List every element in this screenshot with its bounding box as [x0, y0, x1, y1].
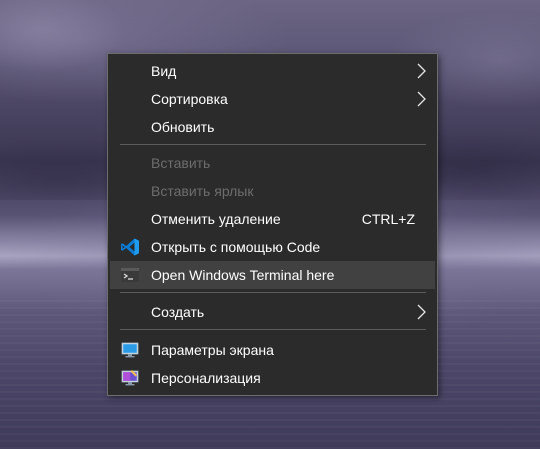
- menu-item-new[interactable]: Создать: [110, 298, 435, 326]
- menu-item-label: Обновить: [151, 119, 215, 135]
- menu-item-label: Персонализация: [151, 370, 261, 386]
- menu-separator: [120, 144, 426, 145]
- menu-item-label: Вид: [151, 63, 177, 79]
- display-settings-icon: [121, 342, 139, 358]
- menu-item-view[interactable]: Вид: [110, 57, 435, 85]
- chevron-right-icon: [417, 91, 426, 107]
- menu-item-undo-delete[interactable]: Отменить удаление CTRL+Z: [110, 205, 435, 233]
- menu-separator: [120, 329, 426, 330]
- menu-item-open-terminal[interactable]: Open Windows Terminal here: [110, 261, 435, 289]
- menu-item-open-with-code[interactable]: Открыть с помощью Code: [110, 233, 435, 261]
- menu-item-label: Open Windows Terminal here: [151, 267, 335, 283]
- menu-item-label: Сортировка: [151, 91, 228, 107]
- menu-item-refresh[interactable]: Обновить: [110, 113, 435, 141]
- menu-item-label: Вставить: [151, 155, 211, 171]
- menu-item-shortcut: CTRL+Z: [361, 211, 415, 227]
- chevron-right-icon: [417, 63, 426, 79]
- menu-item-label: Открыть с помощью Code: [151, 239, 321, 255]
- terminal-icon: [121, 268, 139, 282]
- menu-item-display-settings[interactable]: Параметры экрана: [110, 336, 435, 364]
- menu-item-paste[interactable]: Вставить: [110, 149, 435, 177]
- chevron-right-icon: [417, 304, 426, 320]
- vscode-icon: [121, 238, 139, 256]
- menu-item-label: Вставить ярлык: [151, 183, 254, 199]
- menu-item-sort[interactable]: Сортировка: [110, 85, 435, 113]
- desktop-context-menu: Вид Сортировка Обновить Вставить Вставит…: [107, 53, 438, 396]
- menu-item-label: Отменить удаление: [151, 211, 281, 227]
- personalization-icon: [121, 370, 139, 386]
- menu-item-personalization[interactable]: Персонализация: [110, 364, 435, 392]
- menu-item-label: Создать: [151, 304, 205, 320]
- menu-item-paste-shortcut[interactable]: Вставить ярлык: [110, 177, 435, 205]
- menu-separator: [120, 292, 426, 293]
- menu-item-label: Параметры экрана: [151, 342, 274, 358]
